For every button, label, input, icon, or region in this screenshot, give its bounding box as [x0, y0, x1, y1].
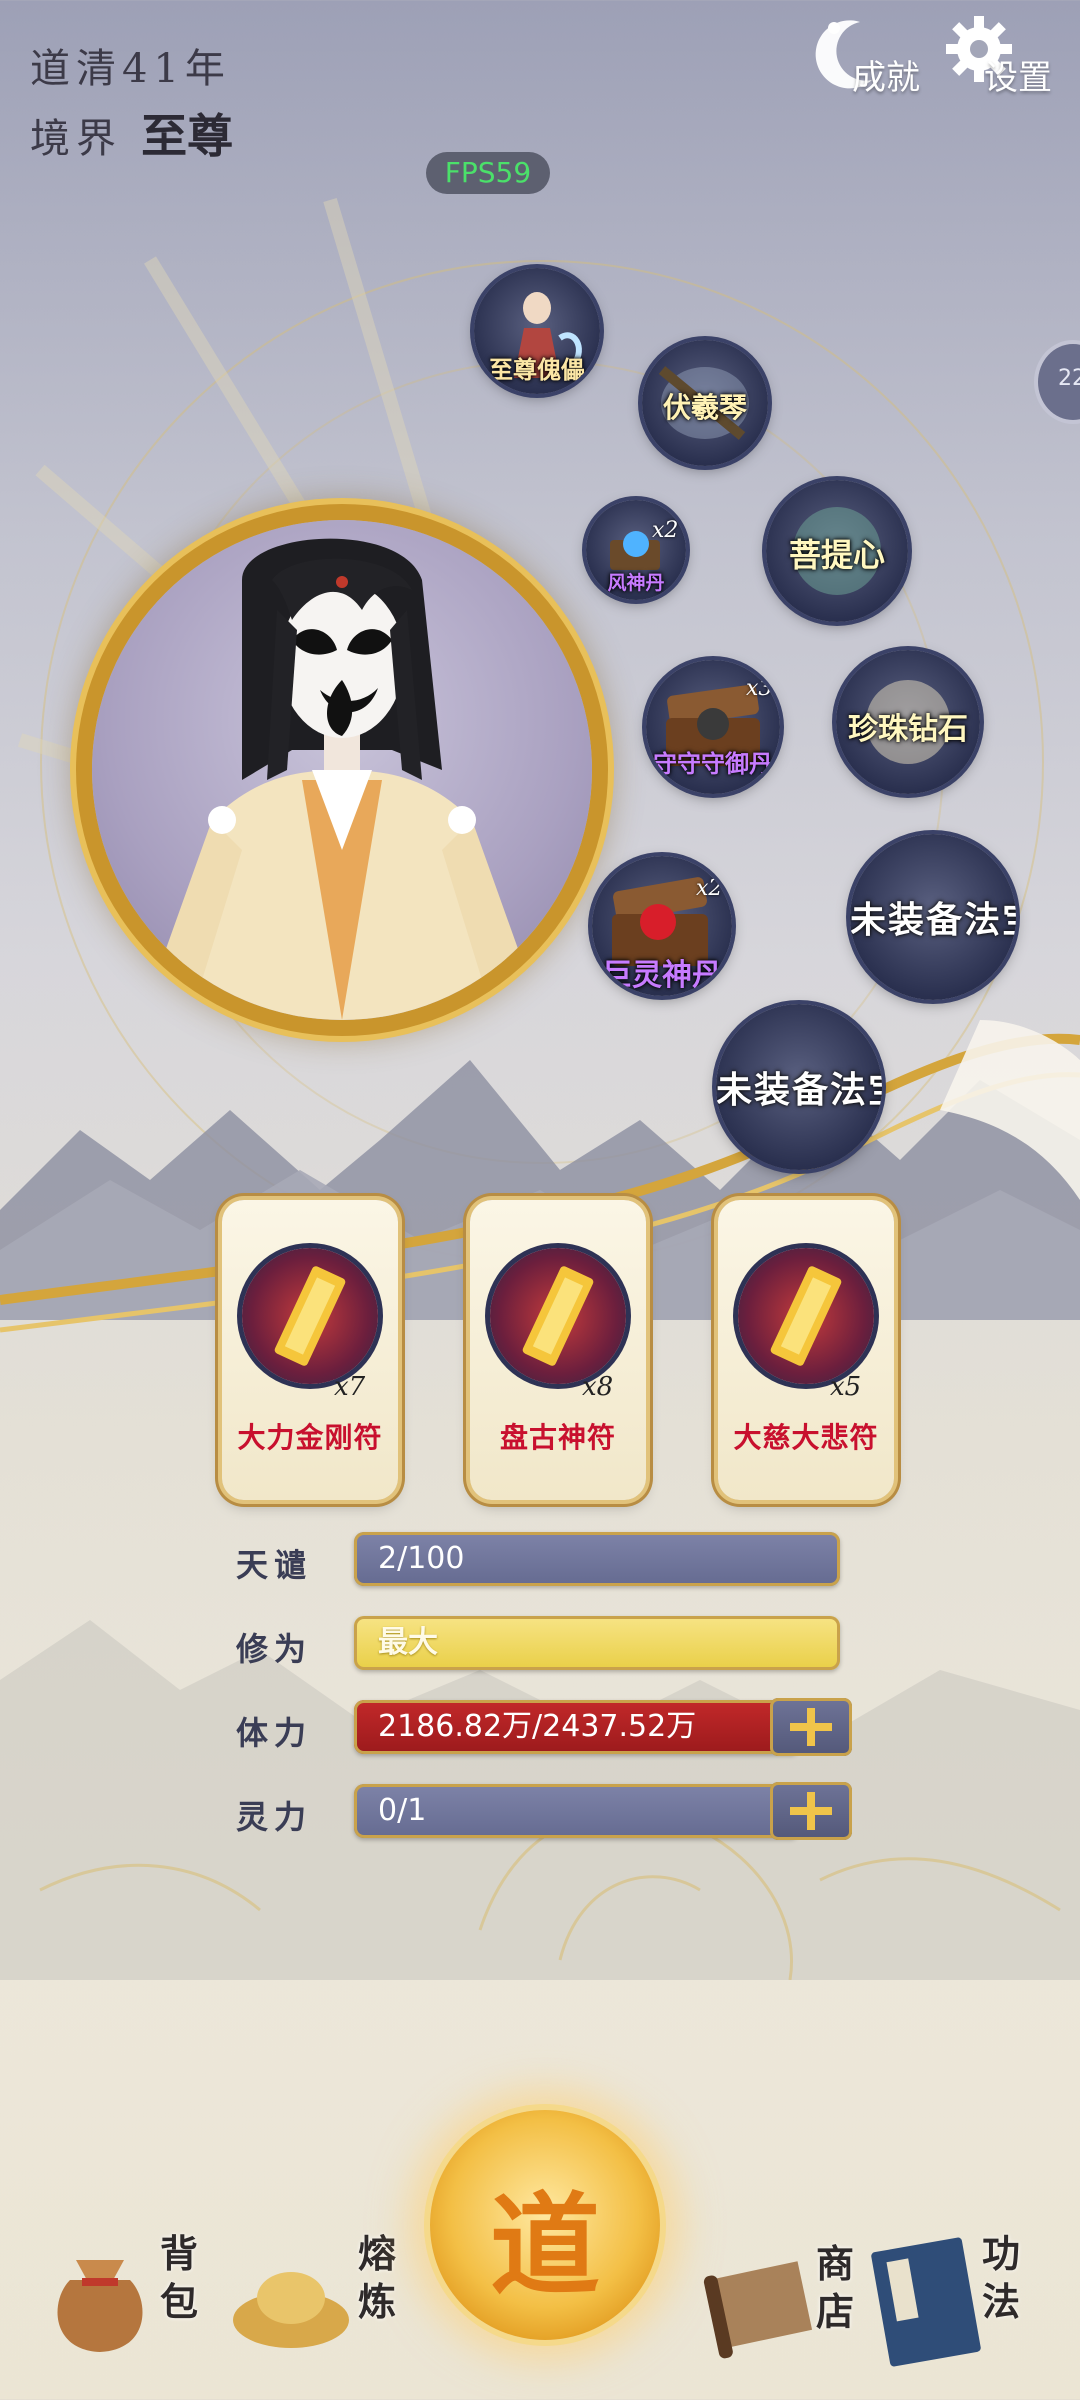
equip-slot-5[interactable]: x3 守守守御丹: [646, 660, 780, 794]
dao-main-button[interactable]: 道: [430, 2110, 660, 2340]
equip-slot-4-name: 菩提心: [788, 536, 885, 574]
scroll-map-icon: [703, 2261, 813, 2359]
side-badge-text: 22: [1058, 366, 1080, 391]
nav-smelt-button[interactable]: 熔炼: [226, 2230, 396, 2370]
nav-skills-button[interactable]: 功法: [860, 2230, 1050, 2380]
stat-label-heaven: 天谴: [236, 1546, 313, 1584]
equip-slot-1[interactable]: 至尊傀儡: [474, 268, 600, 394]
stamina-plus-button[interactable]: [770, 1698, 852, 1756]
nav-skills-label: 功法: [982, 2231, 1021, 2324]
realm-value: 至尊: [141, 109, 234, 163]
nav-shop-label: 商店: [816, 2241, 855, 2334]
stat-label-cultivation: 修为: [236, 1630, 313, 1668]
spirit-plus-button[interactable]: [770, 1782, 852, 1840]
talisman-2-name: 盘古神符: [499, 1421, 616, 1454]
stat-bar-spirit: 0/1: [354, 1784, 800, 1838]
talisman-icon: [490, 1248, 626, 1384]
year-text: 道清41年: [30, 46, 231, 92]
equip-slot-6[interactable]: 珍珠钻石: [836, 650, 980, 794]
equip-slot-2[interactable]: 伏羲琴: [642, 340, 768, 466]
stat-label-stamina: 体力: [236, 1714, 313, 1752]
equip-slot-5-count: x3: [746, 676, 773, 701]
equip-slot-8-empty[interactable]: 未装备法宝: [850, 834, 1016, 1000]
settings-button[interactable]: 设置: [944, 14, 1064, 98]
character-portrait[interactable]: [92, 520, 592, 1020]
equip-slot-7[interactable]: x2 巨灵神丹: [592, 856, 732, 996]
fps-counter: FPS59: [426, 152, 550, 194]
stat-bar-stamina: 2186.82万/2437.52万: [354, 1700, 800, 1754]
stat-bar-cultivation: 最大: [354, 1616, 840, 1670]
equip-slot-2-name: 伏羲琴: [662, 391, 747, 424]
book-icon: [871, 2237, 981, 2367]
talisman-1-count: x7: [334, 1372, 366, 1402]
nav-shop-button[interactable]: 商店: [700, 2240, 860, 2380]
stat-bar-heaven: 2/100: [354, 1532, 840, 1586]
talisman-card-1[interactable]: x7 大力金刚符: [222, 1200, 398, 1500]
equip-slot-7-count: x2: [696, 876, 723, 901]
equip-slot-9-empty[interactable]: 未装备法宝: [716, 1004, 882, 1170]
equip-slot-5-name: 守守守御丹: [653, 749, 773, 778]
bag-icon: [57, 2260, 143, 2352]
nav-bag-button[interactable]: 背包: [40, 2230, 200, 2370]
realm-label: 境界: [30, 116, 122, 162]
equip-slot-3-count: x2: [652, 518, 679, 543]
talisman-card-2[interactable]: x8 盘古神符: [470, 1200, 646, 1500]
realm-row: 境界 至尊: [30, 100, 233, 166]
talisman-2-count: x8: [582, 1372, 614, 1402]
talisman-3-name: 大慈大悲符: [733, 1421, 879, 1454]
equip-slot-3[interactable]: x2 风神丹: [586, 500, 686, 600]
stat-label-spirit: 灵力: [236, 1798, 313, 1836]
achievements-button[interactable]: 成就: [812, 14, 922, 98]
equip-slot-4[interactable]: 菩提心: [766, 480, 908, 622]
equip-slot-8-label: 未装备法宝: [850, 899, 1016, 941]
equip-slot-1-name: 至尊傀儡: [489, 355, 585, 384]
talisman-1-name: 大力金刚符: [237, 1421, 383, 1454]
dao-label: 道: [490, 2181, 600, 2310]
ingot-icon: [233, 2272, 349, 2348]
nav-smelt-label: 熔炼: [358, 2231, 397, 2324]
equip-slot-6-name: 珍珠钻石: [848, 712, 968, 747]
talisman-3-count: x5: [830, 1372, 862, 1402]
talisman-icon: [242, 1248, 378, 1384]
settings-label: 设置: [984, 58, 1052, 98]
talisman-card-3[interactable]: x5 大慈大悲符: [718, 1200, 894, 1500]
talisman-icon: [738, 1248, 874, 1384]
equip-slot-9-label: 未装备法宝: [716, 1069, 882, 1111]
nav-bag-label: 背包: [160, 2231, 199, 2324]
achievements-label: 成就: [852, 58, 920, 98]
equip-slot-3-name: 风神丹: [607, 572, 665, 594]
character-figure: [162, 538, 522, 1020]
equip-slot-7-name: 巨灵神丹: [602, 958, 722, 993]
